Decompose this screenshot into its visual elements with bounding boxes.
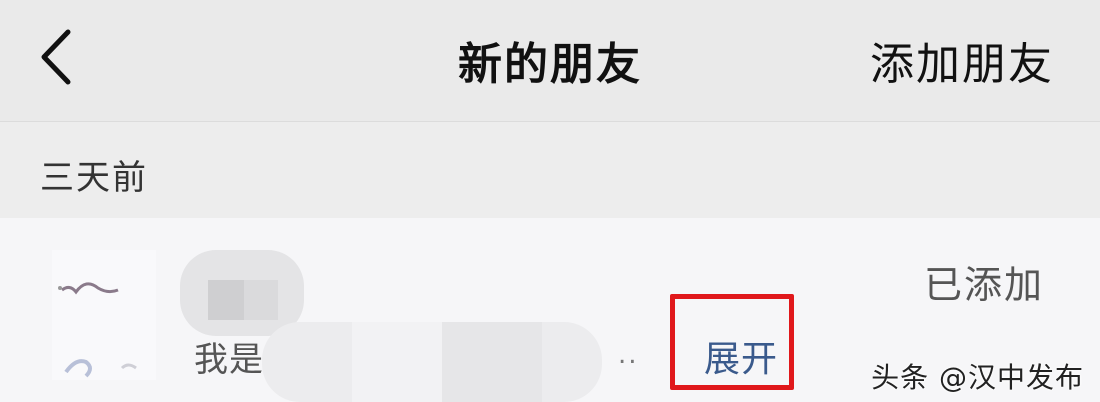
watermark: 头条 @汉中发布	[871, 361, 1084, 394]
request-message-redacted	[262, 322, 602, 402]
new-friends-screen: 新的朋友 添加朋友 三天前 我是 .. 展开 已添加 头条 @汉中发布	[0, 0, 1100, 402]
message-ellipsis: ..	[618, 340, 639, 370]
expand-link[interactable]: 展开	[704, 330, 778, 382]
add-friend-button[interactable]: 添加朋友	[870, 28, 1054, 92]
avatar	[52, 250, 156, 380]
status-label: 已添加	[923, 263, 1044, 307]
contact-name-redacted	[180, 250, 304, 336]
navigation-bar: 新的朋友 添加朋友	[0, 0, 1100, 122]
request-message-prefix: 我是	[194, 340, 264, 380]
section-header-time: 三天前	[40, 158, 148, 198]
